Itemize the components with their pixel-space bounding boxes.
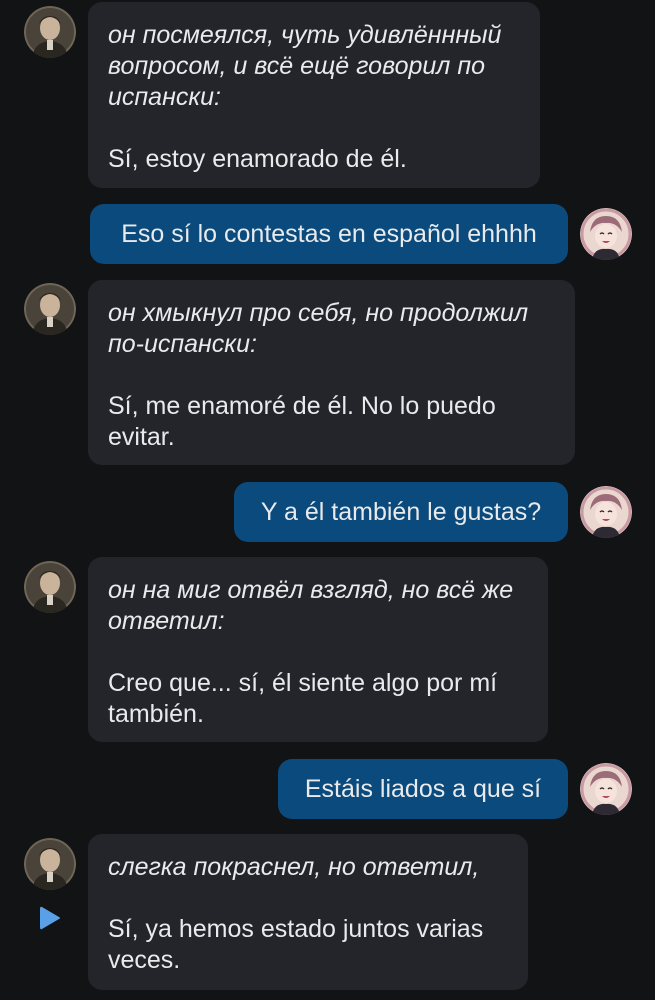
chat-thread: он посмеялся, чуть удивлённный вопросом,… [0,0,655,1000]
message-speech: Sí, me enamoré de él. No lo puedo evitar… [108,392,496,451]
play-icon[interactable] [38,905,62,931]
message-narration: он на миг отвёл взгляд, но всё же ответи… [108,576,514,635]
user-message: Y a él también le gustas? [234,482,568,542]
bot-message: он посмеялся, чуть удивлённный вопросом,… [88,2,540,188]
bot-message: он на миг отвёл взгляд, но всё же ответи… [88,557,548,742]
bot-avatar-icon[interactable] [24,283,76,335]
message-speech: Creo que... sí, él siente algo por mí ta… [108,669,498,728]
bot-message: слегка покраснел, но ответил, Sí, ya hem… [88,834,528,990]
user-avatar-icon[interactable] [580,208,632,260]
message-narration: слегка покраснел, но ответил, [108,853,480,881]
bot-avatar-icon[interactable] [24,561,76,613]
bot-avatar-icon[interactable] [24,6,76,58]
message-speech: Sí, ya hemos estado juntos varias veces. [108,915,484,974]
user-avatar-icon[interactable] [580,763,632,815]
message-narration: он хмыкнул про себя, но продолжил по-исп… [108,299,529,358]
user-message: Estáis liados a que sí [278,759,568,819]
message-speech: Sí, estoy enamorado de él. [108,145,407,173]
message-text: Eso sí lo contestas en español ehhhh [121,219,537,248]
message-text: Y a él también le gustas? [260,497,542,526]
message-narration: он посмеялся, чуть удивлённный вопросом,… [108,21,502,111]
user-avatar-icon[interactable] [580,486,632,538]
user-message: Eso sí lo contestas en español ehhhh [90,204,568,264]
message-text: Estáis liados a que sí [304,774,542,803]
bot-avatar-icon[interactable] [24,838,76,890]
bot-message: он хмыкнул про себя, но продолжил по-исп… [88,280,575,465]
